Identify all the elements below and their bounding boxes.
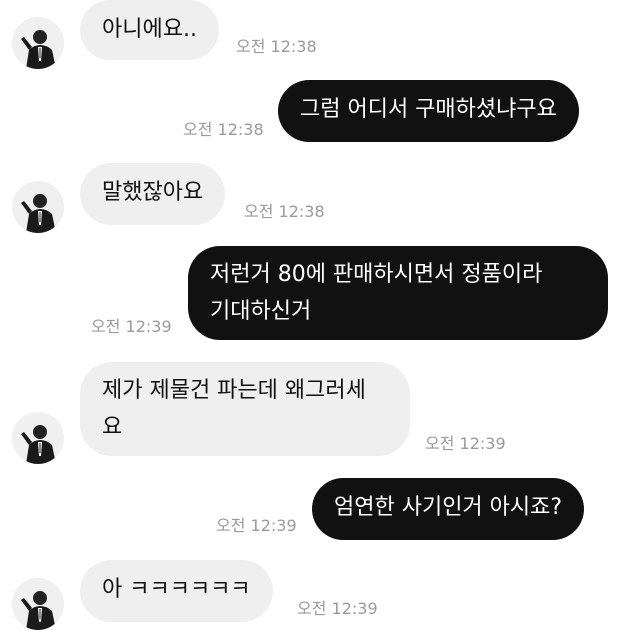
sender-avatar[interactable] <box>12 181 64 233</box>
message-line: 제가 제물건 파는데 왜그러세 <box>102 378 366 403</box>
message-timestamp: 오전 12:39 <box>297 599 378 618</box>
message-bubble-incoming[interactable]: 아 ㅋㅋㅋㅋㅋㅋ <box>80 560 273 622</box>
message-timestamp: 오전 12:39 <box>216 516 297 535</box>
message-timestamp: 오전 12:39 <box>91 317 172 336</box>
message-timestamp: 오전 12:38 <box>183 120 264 139</box>
message-bubble-incoming[interactable]: 제가 제물건 파는데 왜그러세 요 <box>80 362 410 456</box>
message-bubble-outgoing[interactable]: 엄연한 사기인거 아시죠? <box>312 478 585 540</box>
message-timestamp: 오전 12:39 <box>425 434 506 453</box>
person-photo-icon <box>12 578 64 630</box>
message-line: 저런거 80에 판매하시면서 정품이라 <box>210 262 543 287</box>
message-timestamp: 오전 12:38 <box>236 37 317 56</box>
message-bubble-outgoing[interactable]: 그럼 어디서 구매하셨냐구요 <box>278 80 579 142</box>
sender-avatar[interactable] <box>12 412 64 464</box>
message-bubble-incoming[interactable]: 말했잖아요 <box>80 163 226 225</box>
chat-thread[interactable]: 아니에요.. 오전 12:38 그럼 어디서 구매하셨냐구요 오전 12:38 … <box>0 0 620 630</box>
message-line: 기대하신거 <box>210 299 312 324</box>
message-bubble-outgoing[interactable]: 저런거 80에 판매하시면서 정품이라 기대하신거 <box>188 246 608 340</box>
person-photo-icon <box>12 181 64 233</box>
sender-avatar[interactable] <box>12 17 64 69</box>
message-bubble-incoming[interactable]: 아니에요.. <box>80 0 219 60</box>
person-photo-icon <box>12 17 64 69</box>
person-photo-icon <box>12 412 64 464</box>
sender-avatar[interactable] <box>12 578 64 630</box>
message-timestamp: 오전 12:38 <box>244 202 325 221</box>
message-line: 요 <box>102 415 123 440</box>
